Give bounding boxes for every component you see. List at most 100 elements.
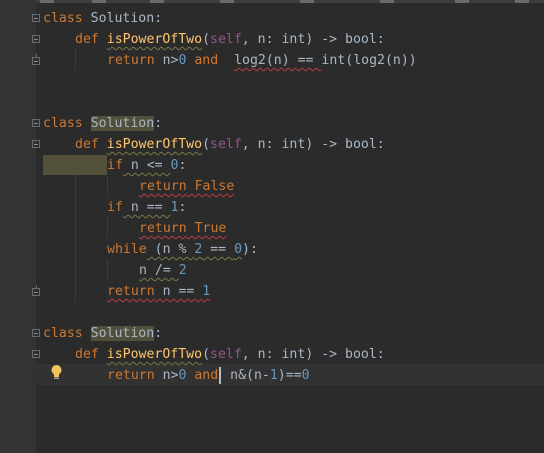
type-hint: int [281,137,306,152]
fold-marker-icon[interactable] [32,14,40,22]
type-hint: int [281,32,306,47]
text-caret [219,366,222,384]
code-line[interactable]: return n>0 and n&(n-1)==0 [107,365,310,386]
bool-literal: True [186,221,227,236]
code-text: (log2(n)) [345,53,417,68]
code-line[interactable]: if n <= 0: [107,155,186,176]
paren: ( [202,137,211,152]
arrow: ) -> [305,32,346,47]
fold-marker-icon[interactable] [32,140,40,148]
fold-end-marker-icon[interactable] [32,285,40,296]
colon: : [154,326,163,341]
paren: ( [202,347,211,362]
code-text: log2(n) == [234,53,322,68]
function-name: isPowerOfTwo [106,32,203,47]
keyword: class [43,116,83,131]
keyword: and [186,368,219,383]
class-name: Solution [90,326,155,341]
code-line[interactable]: class Solution: [43,323,162,344]
keyword: return [107,53,155,68]
keyword: def [75,347,99,362]
fold-marker-icon[interactable] [32,35,40,43]
keyword: if [107,200,123,215]
code-text: n> [154,368,179,383]
colon: : [376,347,385,362]
code-text: n> [154,53,179,68]
keyword: class [43,326,83,341]
bool-literal: False [186,179,235,194]
code-line[interactable]: def isPowerOfTwo(self, n: int) -> bool: [75,344,385,365]
keyword: def [75,32,99,47]
code-text: n&(n- [222,368,270,383]
params: , n: [241,137,282,152]
arrow: ) -> [305,137,346,152]
number: 1 [269,368,278,383]
function-name: isPowerOfTwo [106,137,203,152]
number: 2 [178,263,187,278]
fold-end-marker-icon[interactable] [32,54,40,65]
code-line[interactable]: return n == 1 [107,281,210,302]
colon: : [178,200,187,215]
self-param: self [210,32,242,47]
keyword: return [139,221,187,236]
code-line[interactable]: if n == 1: [107,197,186,218]
function-name: isPowerOfTwo [106,347,203,362]
paren: ( [202,32,211,47]
code-line[interactable]: def isPowerOfTwo(self, n: int) -> bool: [75,29,385,50]
type-hint: int [281,347,306,362]
keyword: return [107,368,155,383]
code-text: n == [122,200,171,215]
colon: : [376,32,385,47]
editor-gutter [0,0,36,453]
self-param: self [210,137,242,152]
keyword: return [139,179,187,194]
code-text: ): [242,242,258,257]
return-type: bool [345,347,377,362]
return-type: bool [345,137,377,152]
indent-guide [75,155,76,302]
indent-guide [107,260,108,280]
fold-marker-icon[interactable] [32,119,40,127]
builtin: int [321,53,346,68]
keyword: while [107,242,147,257]
code-text: n /= [139,263,179,278]
indent-guide [107,218,108,238]
condition: (n % 2 == 0 [146,242,243,257]
return-type: bool [345,32,377,47]
keyword: if [107,158,123,173]
fold-marker-icon[interactable] [32,329,40,337]
arrow: ) -> [305,347,346,362]
code-text: )== [277,368,302,383]
code-line[interactable]: while (n % 2 == 0): [107,239,258,260]
keyword: and [186,53,227,68]
keyword: def [75,137,99,152]
keyword: return [107,284,155,299]
code-line[interactable]: def isPowerOfTwo(self, n: int) -> bool: [75,134,385,155]
number: 1 [202,284,211,299]
fold-marker-icon[interactable] [32,350,40,358]
indent-guide [107,176,108,196]
colon: : [376,137,385,152]
colon: : [154,11,163,26]
class-name: Solution [90,116,155,131]
self-param: self [210,347,242,362]
keyword: class [43,11,83,26]
code-text: n == [154,284,203,299]
indent-guide [75,50,76,70]
code-text: n <= [122,158,171,173]
selection-highlight [43,155,107,175]
code-line[interactable]: return n>0 and log2(n) == int(log2(n)) [107,50,417,71]
colon: : [178,158,187,173]
code-line[interactable]: class Solution: [43,113,162,134]
code-line[interactable]: return True [139,218,226,239]
lightbulb-icon[interactable] [50,364,63,380]
class-name: Solution [90,11,155,26]
code-line[interactable]: return False [139,176,234,197]
number: 0 [301,368,310,383]
params: , n: [241,347,282,362]
code-line[interactable]: class Solution: [43,8,162,29]
colon: : [154,116,163,131]
params: , n: [241,32,282,47]
tab-strip [0,0,544,3]
code-line[interactable]: n /= 2 [139,260,187,281]
